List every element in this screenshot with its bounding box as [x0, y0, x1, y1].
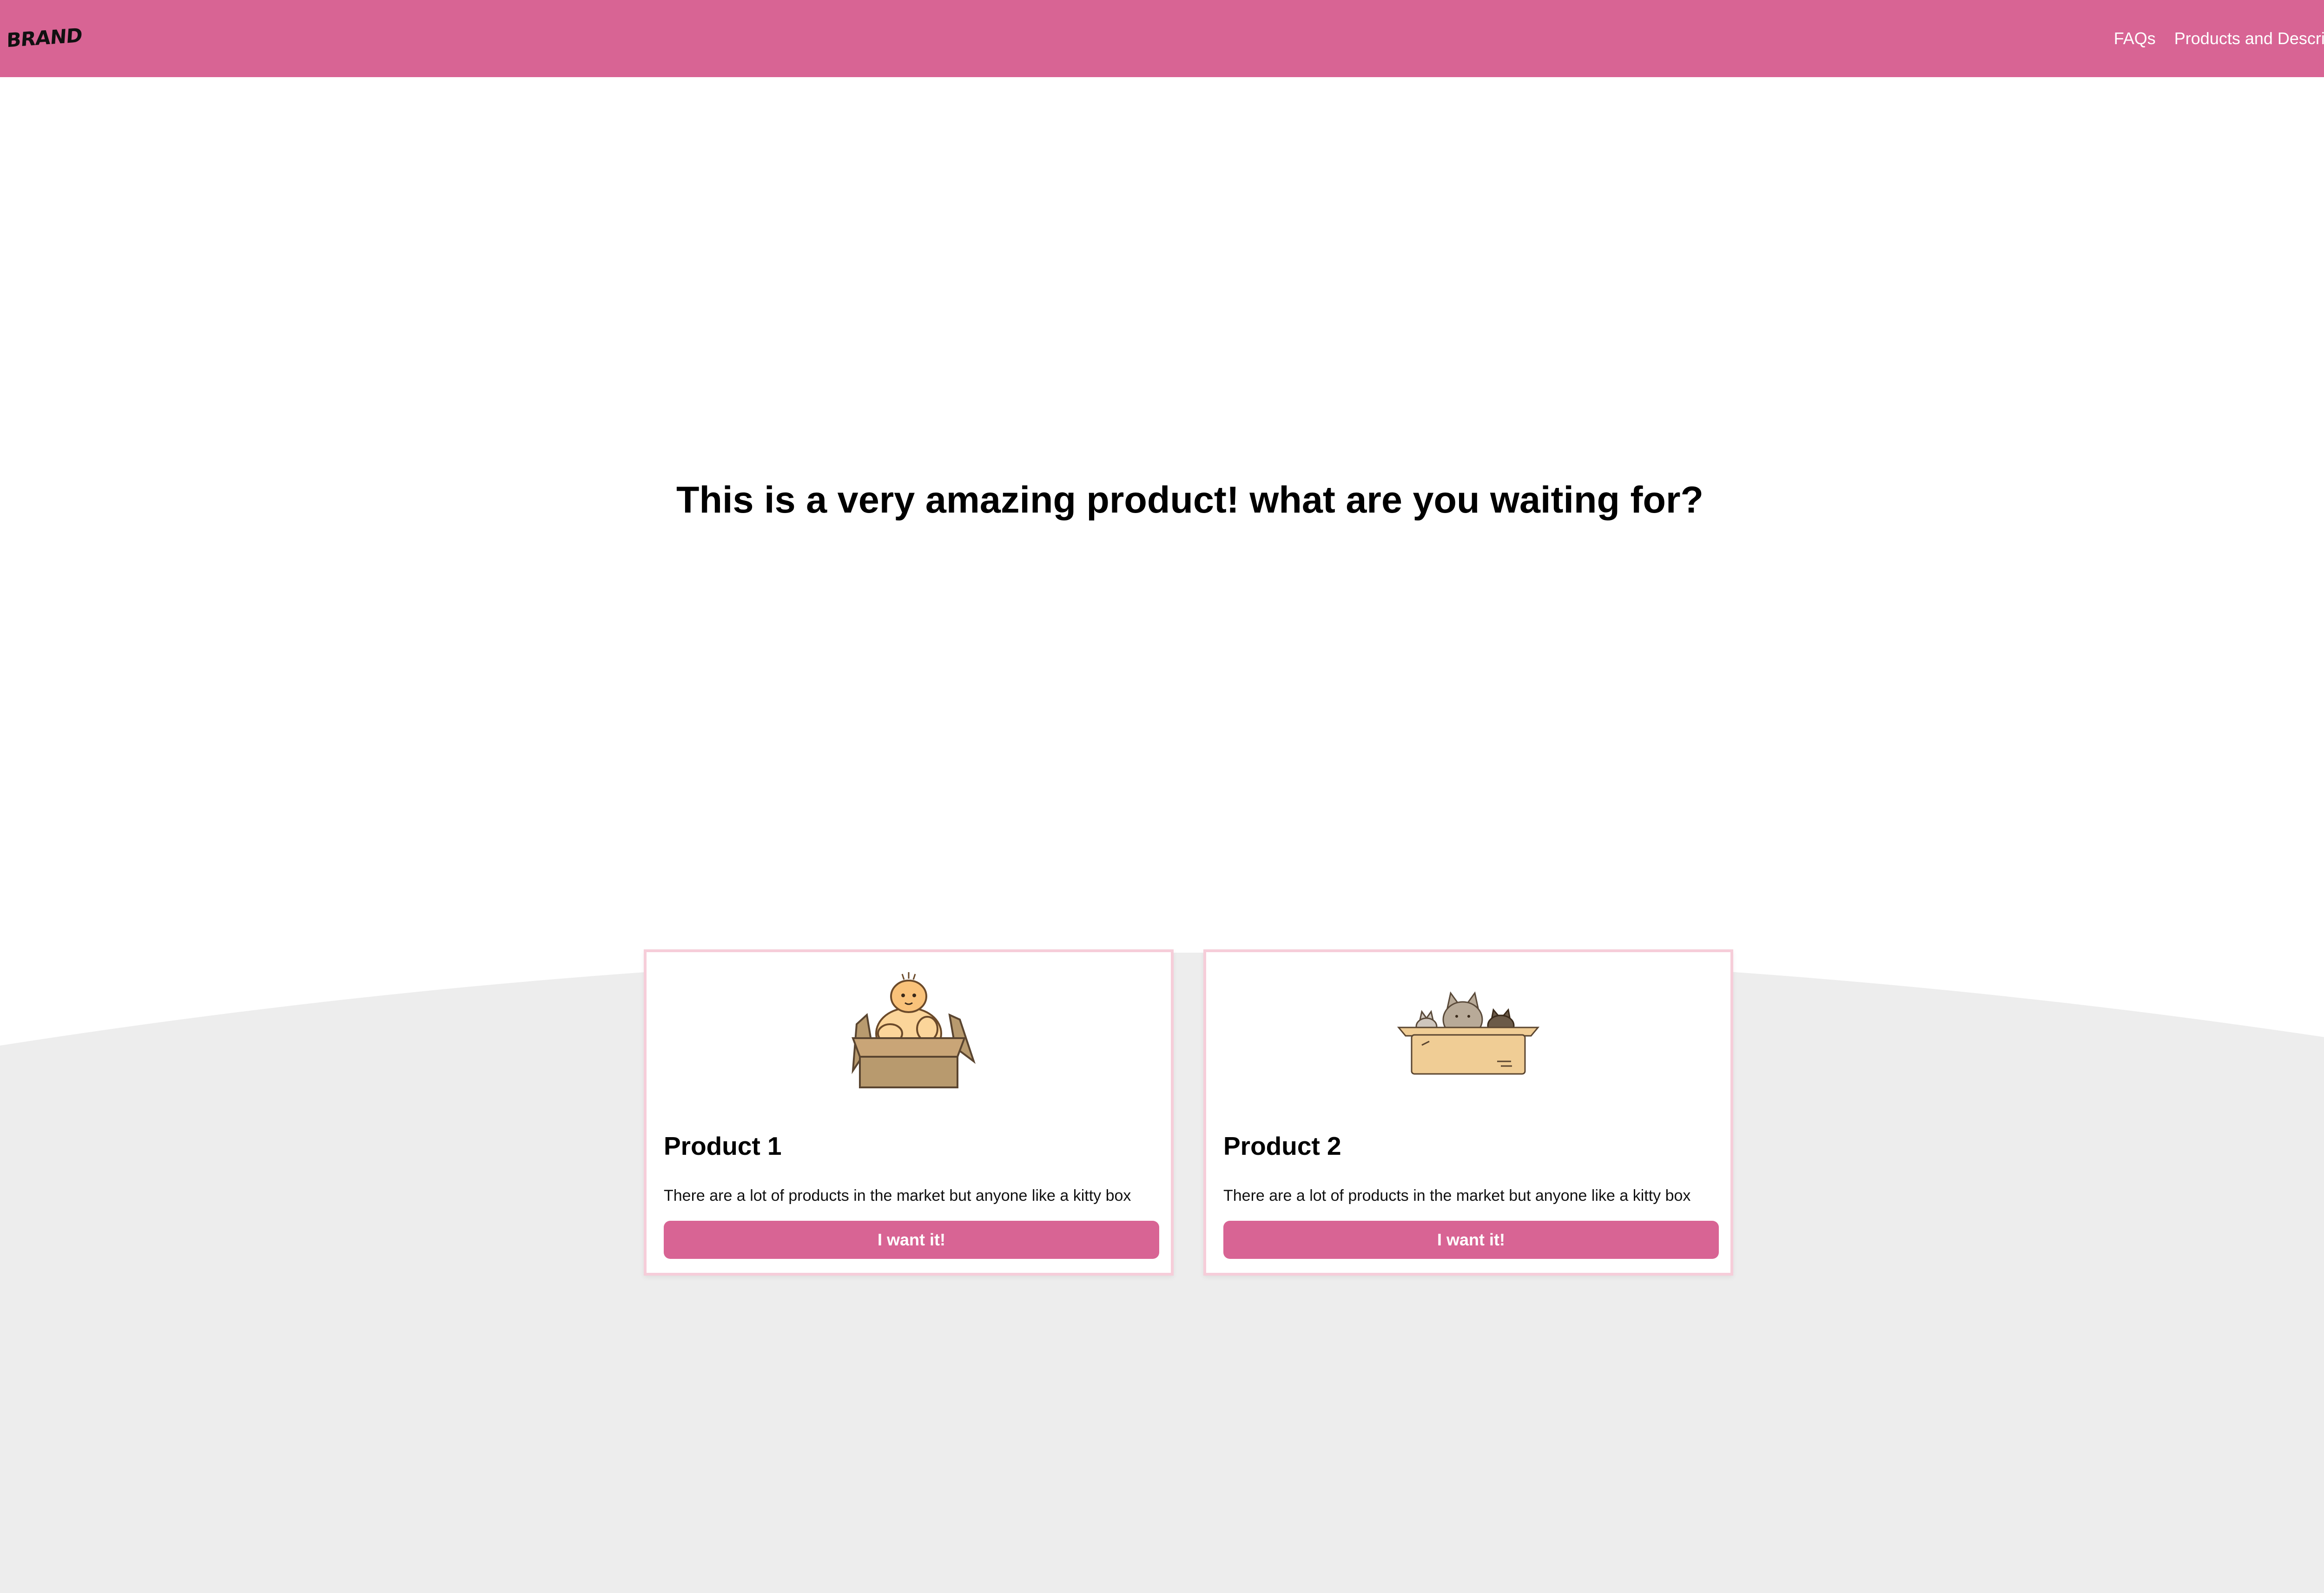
hero-title: This is a very amazing product! what are…: [676, 479, 1703, 521]
nav-link-products-and-description[interactable]: Products and Description: [2174, 29, 2324, 48]
brand-logo[interactable]: BRAND: [8, 18, 83, 55]
product-1-title: Product 1: [664, 1132, 782, 1160]
product-1-image: [647, 971, 1171, 1088]
product-1-description: There are a lot of products in the marke…: [664, 1187, 1131, 1205]
product-2-description: There are a lot of products in the marke…: [1223, 1187, 1691, 1205]
product-2-title: Product 2: [1223, 1132, 1341, 1160]
page: BRAND FAQs Products and Description This…: [0, 0, 2324, 1593]
product-card-2: Product 2 There are a lot of products in…: [1203, 949, 1733, 1276]
cat-in-box-icon: [852, 972, 976, 1088]
nav-links: FAQs Products and Description: [2114, 0, 2324, 77]
navbar: BRAND FAQs Products and Description: [0, 0, 2324, 77]
product-card-1: Product 1 There are a lot of products in…: [644, 949, 1174, 1276]
brand-logo-text: BRAND: [8, 24, 83, 52]
product-2-image: [1206, 971, 1730, 1082]
product-2-buy-button[interactable]: I want it!: [1223, 1221, 1719, 1259]
product-1-buy-button[interactable]: I want it!: [664, 1221, 1159, 1259]
nav-link-faqs[interactable]: FAQs: [2114, 29, 2156, 48]
cats-in-box-icon: [1397, 991, 1540, 1075]
